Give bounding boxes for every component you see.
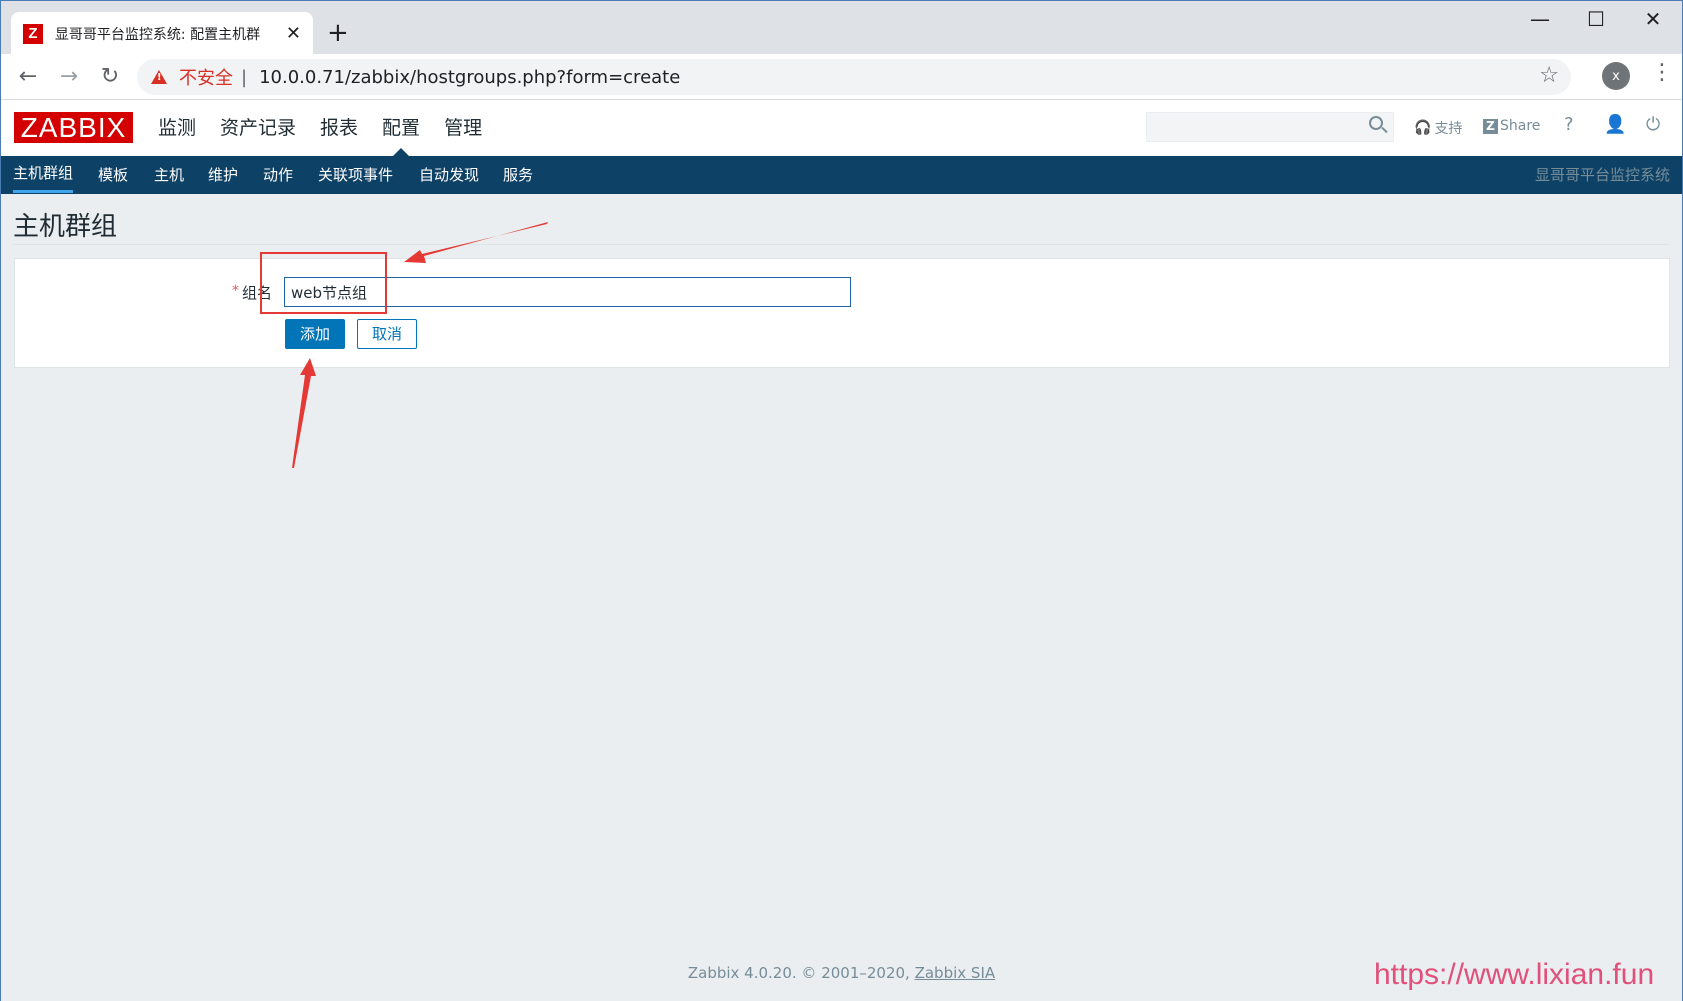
watermark: https://www.lixian.fun [1374, 958, 1655, 991]
zabbix-sia-link[interactable]: Zabbix SIA [915, 964, 996, 982]
footer-text: Zabbix 4.0.20. © 2001–2020, [687, 964, 915, 982]
annotation-arrow-input [404, 222, 548, 263]
annotation-arrows [292, 222, 548, 468]
annotation-arrow-button [292, 358, 316, 468]
